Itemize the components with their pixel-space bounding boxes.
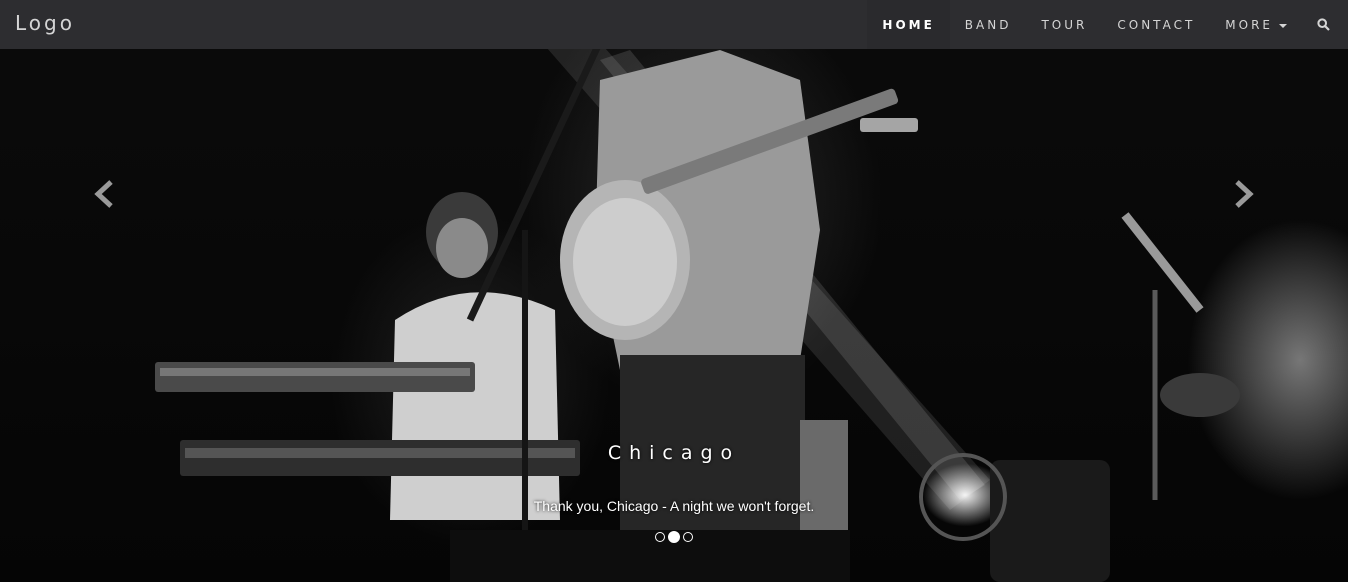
- nav-item-contact[interactable]: CONTACT: [1102, 0, 1210, 49]
- slide-caption-text: Thank you, Chicago - A night we won't fo…: [533, 498, 815, 514]
- chevron-left-icon: [94, 180, 113, 208]
- nav-item-more-label: MORE: [1225, 17, 1273, 32]
- nav-item-tour[interactable]: TOUR: [1026, 0, 1102, 49]
- caret-down-icon: [1279, 23, 1287, 28]
- top-navbar: Logo HOME BAND TOUR CONTACT MORE: [0, 0, 1348, 49]
- carousel-indicator-3[interactable]: [683, 532, 693, 542]
- chevron-right-icon: [1235, 180, 1254, 208]
- nav-item-band[interactable]: BAND: [950, 0, 1027, 49]
- carousel-next-button[interactable]: [1224, 174, 1264, 214]
- nav-search-button[interactable]: [1302, 0, 1340, 49]
- carousel-indicators: [0, 531, 1348, 543]
- slide-caption-title: Chicago: [607, 442, 741, 464]
- hero-carousel: Chicago Thank you, Chicago - A night we …: [0, 0, 1348, 582]
- carousel-prev-button[interactable]: [84, 174, 124, 214]
- concert-photo: [155, 18, 1240, 582]
- nav-item-home[interactable]: HOME: [867, 0, 950, 49]
- carousel-indicator-1[interactable]: [655, 532, 665, 542]
- nav-item-more[interactable]: MORE: [1210, 0, 1302, 49]
- search-icon: [1317, 18, 1330, 31]
- brand-logo[interactable]: Logo: [15, 11, 75, 35]
- carousel-indicator-2[interactable]: [668, 531, 680, 543]
- nav-menu: HOME BAND TOUR CONTACT MORE: [867, 0, 1340, 49]
